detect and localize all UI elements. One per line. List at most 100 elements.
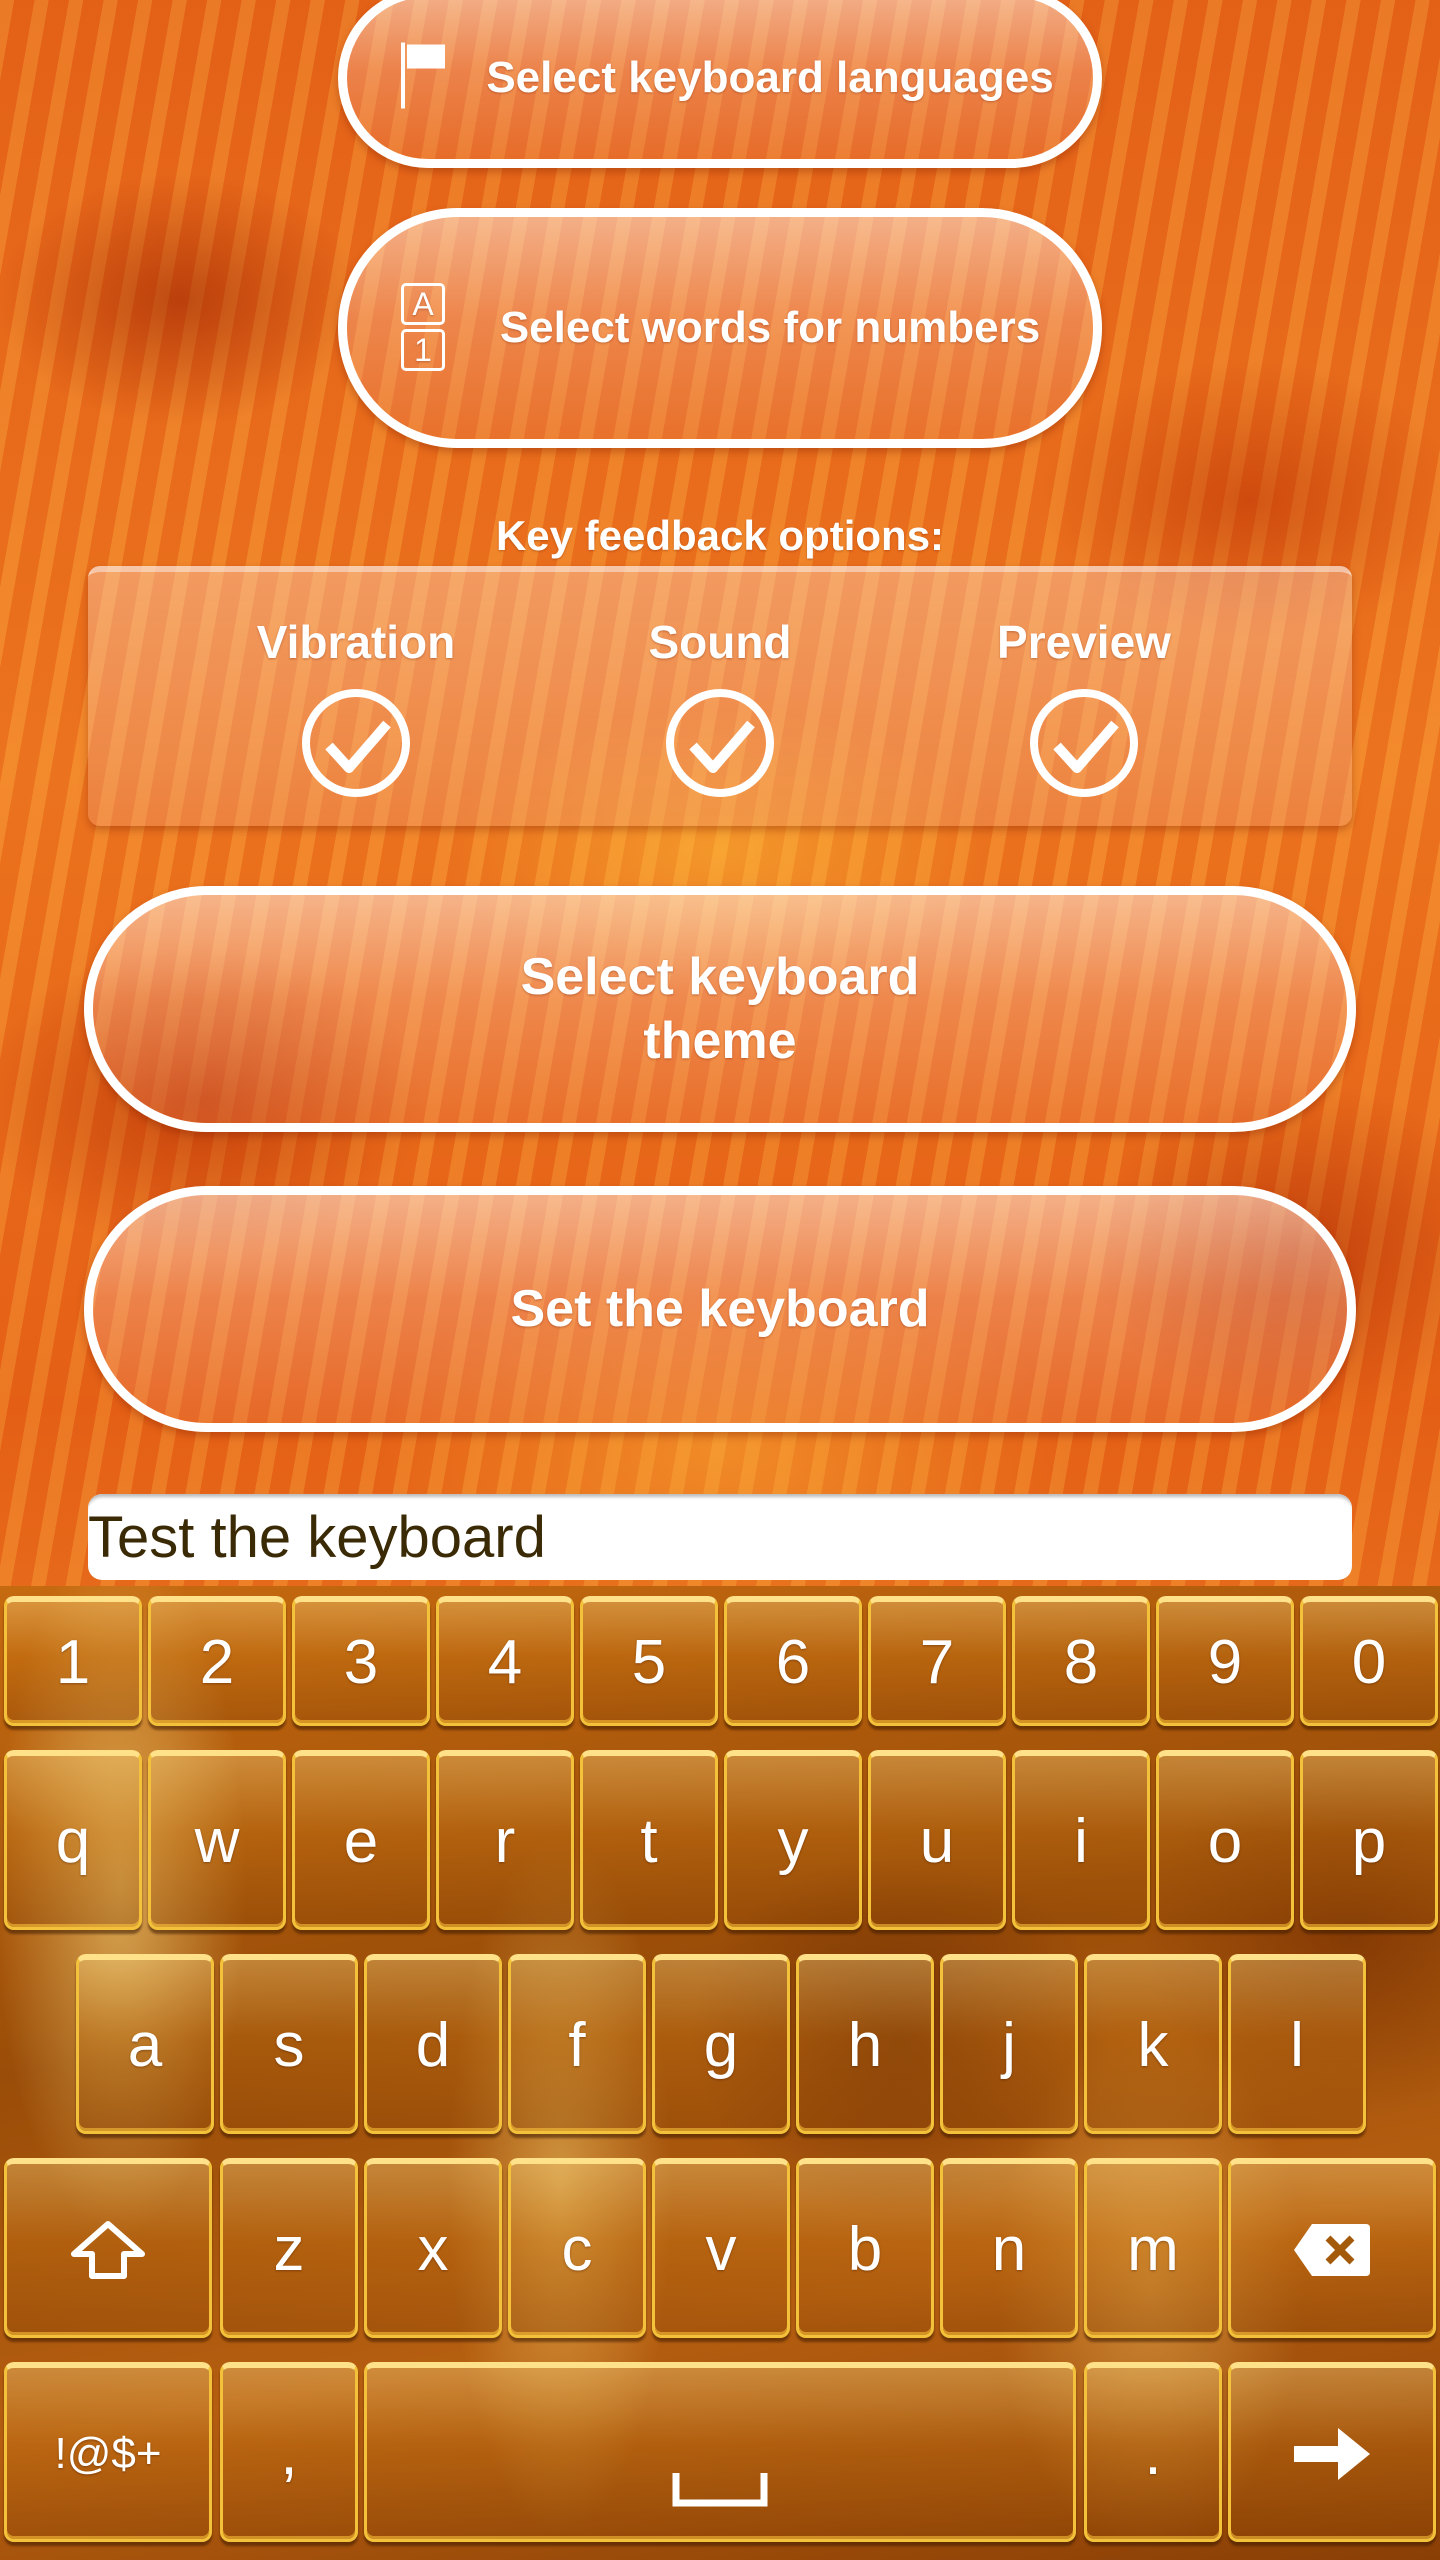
select-languages-label: Select keyboard languages — [486, 53, 1054, 102]
shift-icon — [70, 2220, 146, 2280]
key-9[interactable]: 9 — [1156, 1596, 1294, 1726]
key-h[interactable]: h — [796, 1954, 934, 2134]
key-6[interactable]: 6 — [724, 1596, 862, 1726]
key-i[interactable]: i — [1012, 1750, 1150, 1930]
key-2[interactable]: 2 — [148, 1596, 286, 1726]
key-k-label: k — [1137, 2011, 1169, 2080]
key-g-label: g — [703, 2011, 739, 2080]
key-4[interactable]: 4 — [436, 1596, 574, 1726]
test-keyboard-input[interactable] — [88, 1494, 1352, 1580]
key-p-label: p — [1351, 1807, 1387, 1876]
key-d-label: d — [415, 2011, 451, 2080]
key-h-label: h — [847, 2011, 883, 2080]
space-icon — [672, 2399, 768, 2509]
key-m[interactable]: m — [1084, 2158, 1222, 2338]
key-b-label: b — [847, 2215, 883, 2284]
select-words-for-numbers-button[interactable]: A 1 Select words for numbers — [338, 208, 1102, 448]
feedback-heading: Key feedback options: — [495, 512, 945, 559]
key-u[interactable]: u — [868, 1750, 1006, 1930]
theme-label-line1: Select keyboard — [520, 948, 920, 1006]
key-p[interactable]: p — [1300, 1750, 1438, 1930]
key-v-label: v — [705, 2215, 737, 2284]
key-6-label: 6 — [775, 1628, 811, 1697]
vibration-label: Vibration — [256, 616, 456, 668]
key-l-label: l — [1290, 2011, 1304, 2080]
key-b[interactable]: b — [796, 2158, 934, 2338]
vibration-option[interactable]: Vibration — [206, 612, 506, 805]
period-key-label: . — [1144, 2419, 1162, 2488]
key-y-label: y — [777, 1807, 809, 1876]
key-q-label: q — [55, 1807, 91, 1876]
key-l[interactable]: l — [1228, 1954, 1366, 2134]
key-c[interactable]: c — [508, 2158, 646, 2338]
theme-label-line2: theme — [643, 1012, 797, 1070]
key-k[interactable]: k — [1084, 1954, 1222, 2134]
set-keyboard-button[interactable]: Set the keyboard — [84, 1186, 1356, 1432]
key-q[interactable]: q — [4, 1750, 142, 1930]
key-7-label: 7 — [919, 1628, 955, 1697]
flag-icon — [401, 42, 447, 114]
symbols-key[interactable]: !@$+ — [4, 2362, 212, 2542]
comma-key-label: , — [280, 2419, 298, 2488]
set-keyboard-label: Set the keyboard — [510, 1280, 930, 1338]
key-n[interactable]: n — [940, 2158, 1078, 2338]
arrow-right-icon — [1292, 2426, 1372, 2482]
sound-checkbox-icon[interactable] — [663, 686, 777, 800]
key-g[interactable]: g — [652, 1954, 790, 2134]
key-e[interactable]: e — [292, 1750, 430, 1930]
key-2-label: 2 — [199, 1628, 235, 1697]
key-8[interactable]: 8 — [1012, 1596, 1150, 1726]
key-e-label: e — [343, 1807, 379, 1876]
enter-key[interactable] — [1228, 2362, 1436, 2542]
keyboard: 1 2 3 4 5 6 7 8 9 0 q w e r t y u i o p a s d f g h j k l z x c v b n m !@$+… — [0, 1586, 1440, 2560]
key-v[interactable]: v — [652, 2158, 790, 2338]
key-o-label: o — [1207, 1807, 1243, 1876]
key-1[interactable]: 1 — [4, 1596, 142, 1726]
key-j-label: j — [1002, 2011, 1016, 2080]
key-t[interactable]: t — [580, 1750, 718, 1930]
key-w[interactable]: w — [148, 1750, 286, 1930]
key-y[interactable]: y — [724, 1750, 862, 1930]
key-z[interactable]: z — [220, 2158, 358, 2338]
space-key[interactable] — [364, 2362, 1076, 2542]
key-c-label: c — [561, 2215, 593, 2284]
preview-checkbox-icon[interactable] — [1027, 686, 1141, 800]
key-3[interactable]: 3 — [292, 1596, 430, 1726]
key-s[interactable]: s — [220, 1954, 358, 2134]
key-5[interactable]: 5 — [580, 1596, 718, 1726]
select-keyboard-theme-button[interactable]: Select keyboard theme — [84, 886, 1356, 1132]
backspace-key[interactable] — [1228, 2158, 1436, 2338]
key-x[interactable]: x — [364, 2158, 502, 2338]
key-r[interactable]: r — [436, 1750, 574, 1930]
shift-key[interactable] — [4, 2158, 212, 2338]
key-a-label: a — [127, 2011, 163, 2080]
key-f[interactable]: f — [508, 1954, 646, 2134]
key-j[interactable]: j — [940, 1954, 1078, 2134]
key-a[interactable]: a — [76, 1954, 214, 2134]
letter-a-glyph: A — [401, 283, 445, 325]
key-3-label: 3 — [343, 1628, 379, 1697]
sound-option[interactable]: Sound — [570, 612, 870, 805]
sound-label: Sound — [648, 616, 792, 668]
backspace-icon — [1292, 2222, 1372, 2278]
key-s-label: s — [273, 2011, 305, 2080]
key-0-label: 0 — [1351, 1628, 1387, 1697]
key-d[interactable]: d — [364, 1954, 502, 2134]
preview-option[interactable]: Preview — [934, 612, 1234, 805]
key-x-label: x — [417, 2215, 449, 2284]
symbols-key-label: !@$+ — [54, 2428, 162, 2478]
key-u-label: u — [919, 1807, 955, 1876]
key-5-label: 5 — [631, 1628, 667, 1697]
key-t-label: t — [640, 1807, 658, 1876]
key-m-label: m — [1127, 2215, 1179, 2284]
select-words-for-numbers-label: Select words for numbers — [499, 303, 1041, 352]
key-0[interactable]: 0 — [1300, 1596, 1438, 1726]
select-languages-button[interactable]: Select keyboard languages — [338, 0, 1102, 168]
period-key[interactable]: . — [1084, 2362, 1222, 2542]
key-o[interactable]: o — [1156, 1750, 1294, 1930]
key-f-label: f — [568, 2011, 586, 2080]
vibration-checkbox-icon[interactable] — [299, 686, 413, 800]
comma-key[interactable]: , — [220, 2362, 358, 2542]
key-7[interactable]: 7 — [868, 1596, 1006, 1726]
key-w-label: w — [194, 1807, 240, 1876]
